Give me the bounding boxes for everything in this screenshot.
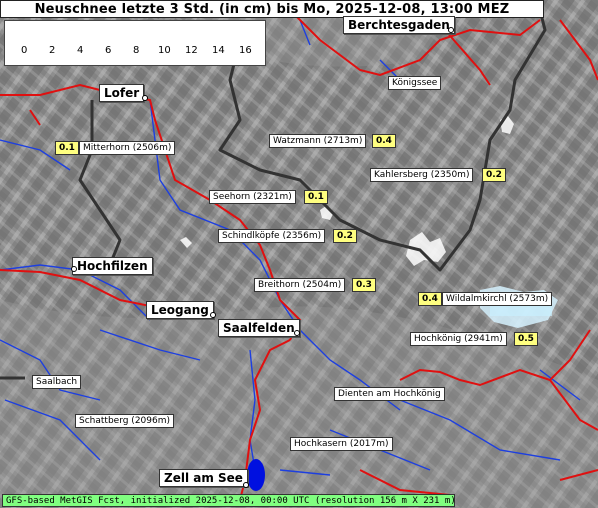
snow-value: 0.2 (482, 168, 506, 182)
legend-tick: 8 (133, 45, 140, 56)
city-label-zell-am-see: Zell am See (159, 469, 248, 487)
peak-label-watzmann: Watzmann (2713m) (269, 134, 367, 148)
legend-tick: 0 (21, 45, 28, 56)
map-title: Neuschnee letzte 3 Std. (in cm) bis Mo, … (0, 0, 544, 18)
legend-tick: 12 (185, 45, 198, 56)
place-label-schattberg: Schattberg (2096m) (75, 414, 174, 428)
city-label-lofer: Lofer (99, 84, 145, 102)
peak-label-kahlersberg: Kahlersberg (2350m) (370, 168, 474, 182)
snow-value: 0.2 (333, 229, 357, 243)
city-label-leogang: Leogang (146, 301, 214, 319)
city-label-berchtesgaden: Berchtesgaden (343, 16, 455, 34)
peak-label-mitterhorn: Mitterhorn (2506m) (79, 141, 176, 155)
city-marker (210, 312, 216, 318)
legend-tick: 6 (105, 45, 112, 56)
peak-label-breithorn: Breithorn (2504m) (254, 278, 346, 292)
peak-label-seehorn: Seehorn (2321m) (209, 190, 296, 204)
snow-value: 0.5 (514, 332, 538, 346)
city-marker (71, 266, 77, 272)
legend-tick: 2 (49, 45, 56, 56)
legend-tick: 16 (239, 45, 252, 56)
city-label-saalfelden: Saalfelden (218, 319, 300, 337)
city-marker (243, 482, 249, 488)
snow-value: 0.3 (352, 278, 376, 292)
city-marker (142, 95, 148, 101)
legend-tick: 10 (158, 45, 171, 56)
snow-value: 0.1 (55, 141, 79, 155)
place-label-dienten: Dienten am Hochkönig (334, 387, 445, 401)
peak-label-wildalmkirchl: Wildalmkirchl (2573m) (442, 292, 553, 306)
legend-ticks: 0 2 4 6 8 10 12 14 16 (5, 45, 267, 59)
legend-tick: 4 (77, 45, 84, 56)
legend-box: 0 2 4 6 8 10 12 14 16 (4, 20, 266, 66)
legend-tick: 14 (212, 45, 225, 56)
footer-info: GFS-based MetGIS Fcst, initialized 2025-… (2, 494, 455, 507)
peak-label-schindlkoepfe: Schindlköpfe (2356m) (218, 229, 326, 243)
peak-label-hochkoenig: Hochkönig (2941m) (410, 332, 507, 346)
place-label-hochkasern: Hochkasern (2017m) (290, 437, 393, 451)
place-label-koenigssee: Königssee (388, 76, 442, 90)
snow-value: 0.4 (418, 292, 442, 306)
snow-value: 0.4 (372, 134, 396, 148)
city-marker (294, 330, 300, 336)
terrain-map (0, 0, 598, 508)
place-label-saalbach: Saalbach (32, 375, 82, 389)
city-label-hochfilzen: Hochfilzen (72, 257, 153, 275)
snow-value: 0.1 (304, 190, 328, 204)
city-marker (448, 27, 454, 33)
